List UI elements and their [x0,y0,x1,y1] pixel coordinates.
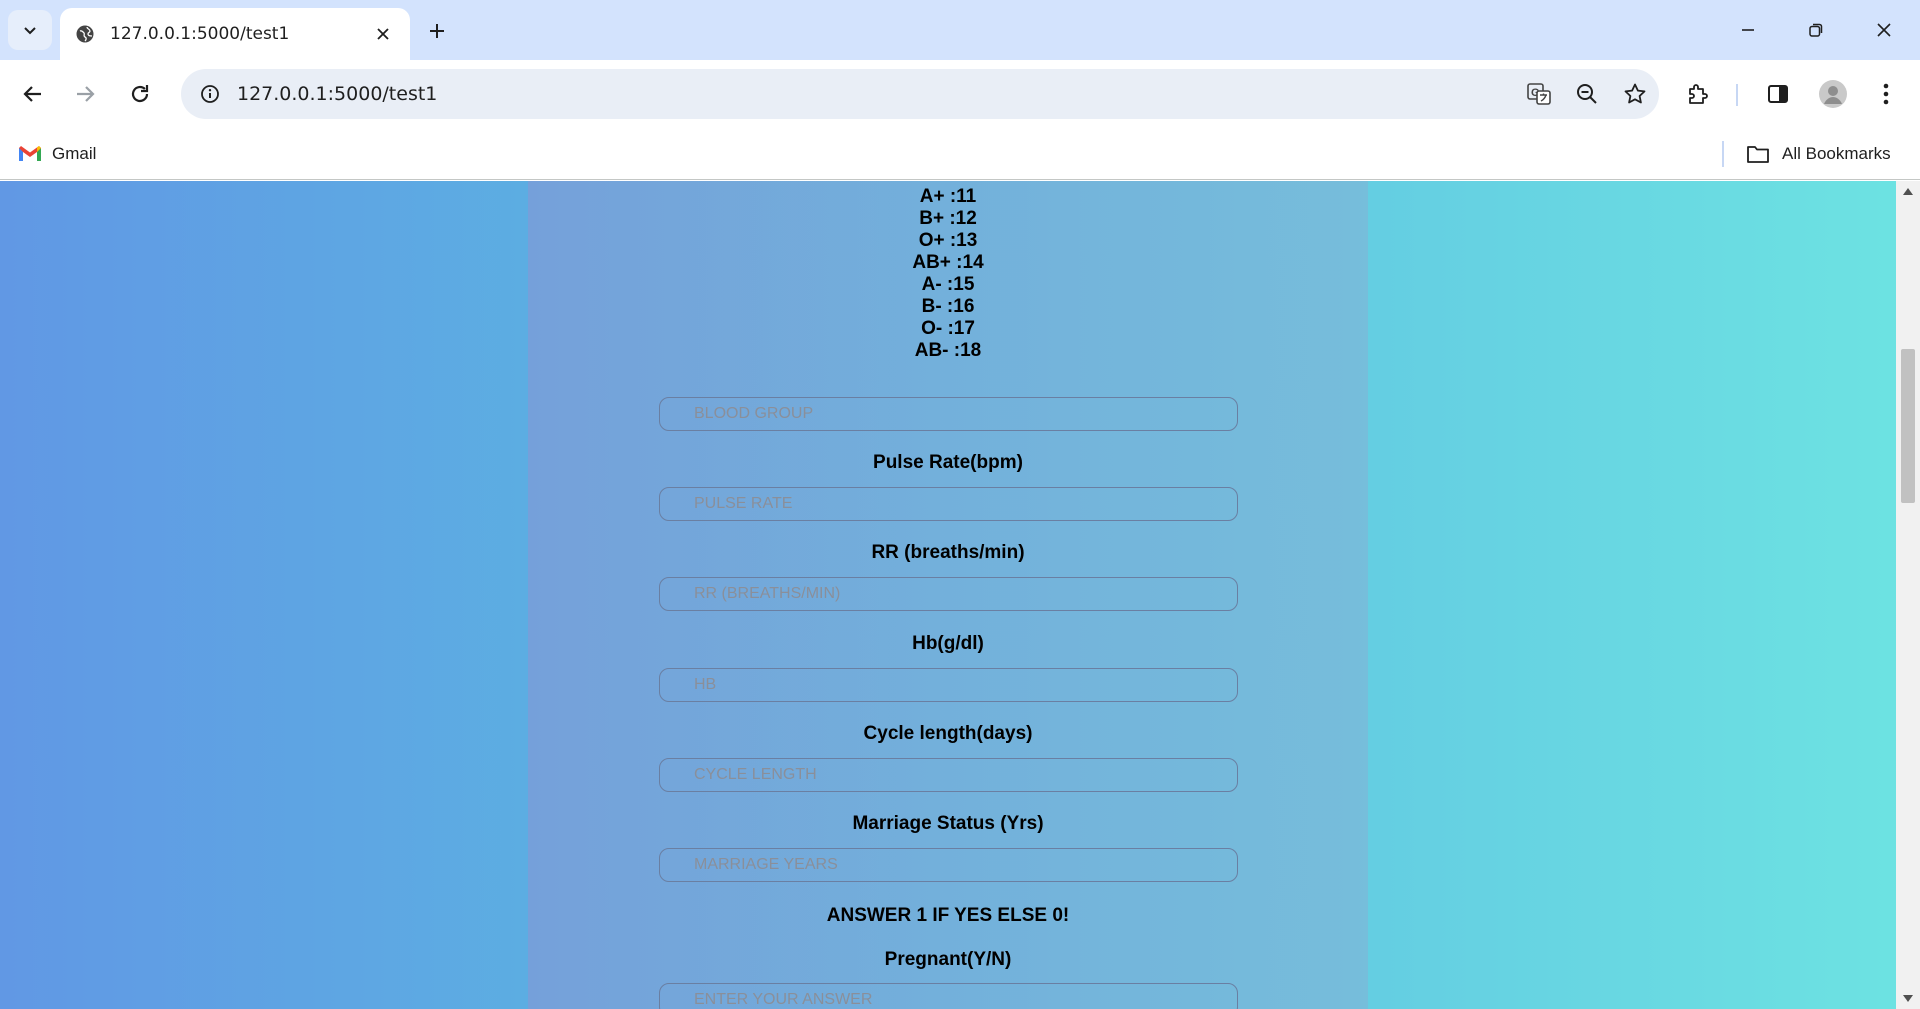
blood-group-code: AB- :18 [914,340,982,361]
forward-arrow-icon[interactable] [64,73,106,115]
blood-group-code: O- :17 [921,318,975,339]
all-bookmarks-label: All Bookmarks [1782,144,1891,163]
form-card: A+ :11 B+ :12 O+ :13 AB+ :14 A- :15 B- :… [528,181,1368,1009]
bookmark-gmail-label: Gmail [52,144,97,163]
scroll-down-arrow-icon[interactable] [1896,989,1920,1009]
url-text: 127.0.0.1:5000/test1 [237,83,438,105]
pulse-rate-input[interactable] [659,487,1238,521]
back-arrow-icon[interactable] [12,73,54,115]
toolbar-divider [1736,84,1738,106]
page-scrollbar[interactable] [1896,181,1920,1009]
blood-group-code: AB+ :14 [912,252,984,273]
bookmarks-bar: Gmail All Bookmarks [0,128,1920,180]
yes-no-instruction: ANSWER 1 IF YES ELSE 0! [826,905,1070,926]
blood-group-code: B- :16 [921,296,975,317]
restore-icon[interactable] [1792,10,1840,50]
hb-label: Hb(g/dl) [912,633,984,654]
new-tab-icon[interactable] [420,14,454,48]
pregnant-label: Pregnant(Y/N) [884,949,1012,970]
translate-icon[interactable]: G [1515,70,1563,118]
blood-group-code: A- :15 [921,274,975,295]
cycle-length-input[interactable] [659,758,1238,792]
browser-tab[interactable]: 127.0.0.1:5000/test1 [60,8,410,60]
blood-group-code: A+ :11 [919,186,977,207]
marriage-years-input[interactable] [659,848,1238,882]
blood-group-input[interactable] [659,397,1238,431]
rr-label: RR (breaths/min) [871,542,1025,563]
globe-icon [74,23,96,45]
reload-icon[interactable] [119,73,161,115]
site-info-icon[interactable] [185,69,235,119]
address-bar[interactable]: 127.0.0.1:5000/test1 G [181,69,1659,119]
minimize-icon[interactable] [1724,10,1772,50]
marriage-status-label: Marriage Status (Yrs) [852,813,1044,834]
rr-input[interactable] [659,577,1238,611]
pulse-rate-label: Pulse Rate(bpm) [873,452,1023,473]
bookmarks-divider [1722,141,1724,167]
scroll-up-arrow-icon[interactable] [1896,181,1920,201]
page-viewport: A+ :11 B+ :12 O+ :13 AB+ :14 A- :15 B- :… [0,181,1920,1009]
folder-icon [1747,146,1769,163]
pregnant-input[interactable] [659,983,1238,1009]
side-panel-icon[interactable] [1756,73,1800,115]
bookmark-gmail[interactable]: Gmail [18,138,96,170]
zoom-out-icon[interactable] [1563,70,1611,118]
gmail-icon [19,146,41,161]
hb-input[interactable] [659,668,1238,702]
profile-avatar[interactable] [1811,73,1855,115]
cycle-length-label: Cycle length(days) [863,723,1033,744]
close-tab-icon[interactable] [370,21,396,47]
bookmark-star-icon[interactable] [1611,70,1659,118]
menu-kebab-icon[interactable] [1864,73,1908,115]
tab-search-chevron-icon[interactable] [8,10,52,50]
blood-group-code: B+ :12 [919,208,977,229]
all-bookmarks-button[interactable]: All Bookmarks [1746,138,1891,170]
tab-strip: 127.0.0.1:5000/test1 [0,0,1920,60]
scrollbar-thumb[interactable] [1901,349,1915,503]
close-window-icon[interactable] [1860,10,1908,50]
extensions-puzzle-icon[interactable] [1676,73,1720,115]
blood-group-code-list: A+ :11 B+ :12 O+ :13 AB+ :14 A- :15 B- :… [528,186,1368,362]
tab-title: 127.0.0.1:5000/test1 [110,24,290,44]
browser-toolbar: 127.0.0.1:5000/test1 G [0,60,1920,128]
blood-group-code: O+ :13 [918,230,978,251]
